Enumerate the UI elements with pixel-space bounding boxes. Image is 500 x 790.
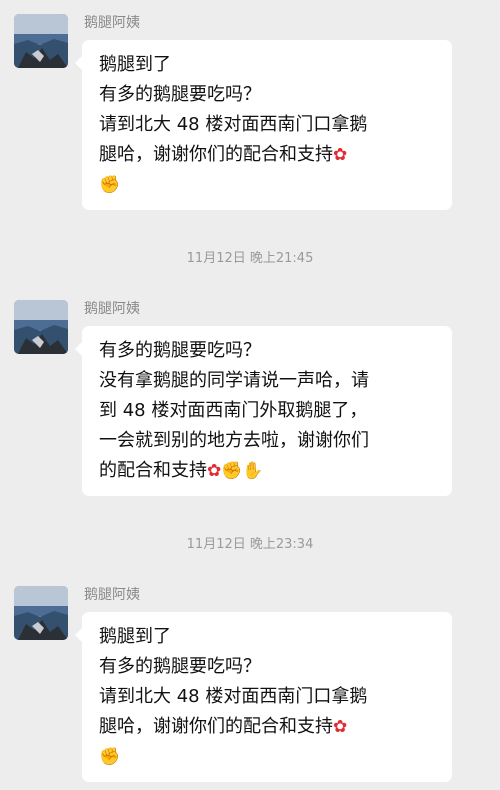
sender-name: 鹅腿阿姨 xyxy=(84,587,140,603)
message-line: 腿哈，谢谢你们的配合和支持 xyxy=(99,716,333,737)
message-line: 请到北大 48 楼对面西南门口拿鹅 xyxy=(99,686,368,707)
avatar-image xyxy=(14,300,68,354)
avatar-image xyxy=(14,586,68,640)
message-line: 腿哈，谢谢你们的配合和支持 xyxy=(99,144,333,165)
avatar[interactable] xyxy=(14,586,68,640)
sender-name: 鹅腿阿姨 xyxy=(84,15,140,31)
timestamp: 11月12日 晚上21:45 xyxy=(186,251,314,266)
handshake-icon: ✊ xyxy=(221,461,243,481)
message-line: 有多的鹅腿要吃吗？ xyxy=(99,340,261,361)
handshake-icon: ✊ xyxy=(99,175,121,195)
timestamp: 11月12日 晚上23:34 xyxy=(186,537,314,552)
rose-icon: ✿ xyxy=(207,461,222,481)
avatar[interactable] xyxy=(14,14,68,68)
avatar[interactable] xyxy=(14,300,68,354)
message-bubble[interactable]: 鹅腿到了 有多的鹅腿要吃吗？ 请到北大 48 楼对面西南门口拿鹅 腿哈，谢谢你们… xyxy=(75,612,452,782)
message-line: 鹅腿到了 xyxy=(99,54,171,75)
message-line: 鹅腿到了 xyxy=(99,626,171,647)
handshake-icon: ✊ xyxy=(99,747,121,767)
message-line: 请到北大 48 楼对面西南门口拿鹅 xyxy=(99,114,368,135)
chat-view: 鹅腿阿姨 鹅腿到了 有多的鹅腿要吃吗？ 请到北大 48 楼对面西南门口拿鹅 腿哈… xyxy=(0,0,500,790)
message-line: 一会就到别的地方去啦，谢谢你们 xyxy=(99,430,369,451)
message-line: 没有拿鹅腿的同学请说一声哈，请 xyxy=(99,370,369,391)
message-line: 有多的鹅腿要吃吗？ xyxy=(99,656,261,677)
folded-hands-icon: ✋ xyxy=(242,461,264,481)
message-line: 有多的鹅腿要吃吗？ xyxy=(99,84,261,105)
rose-icon: ✿ xyxy=(333,145,348,165)
message-bubble[interactable]: 有多的鹅腿要吃吗？ 没有拿鹅腿的同学请说一声哈，请 到 48 楼对面西南门外取鹅… xyxy=(75,326,452,496)
sender-name: 鹅腿阿姨 xyxy=(84,301,140,317)
rose-icon: ✿ xyxy=(333,717,348,737)
message-line: 的配合和支持 xyxy=(99,460,207,481)
message-bubble[interactable]: 鹅腿到了 有多的鹅腿要吃吗？ 请到北大 48 楼对面西南门口拿鹅 腿哈，谢谢你们… xyxy=(75,40,452,210)
avatar-image xyxy=(14,14,68,68)
message-line: 到 48 楼对面西南门外取鹅腿了， xyxy=(99,400,368,421)
